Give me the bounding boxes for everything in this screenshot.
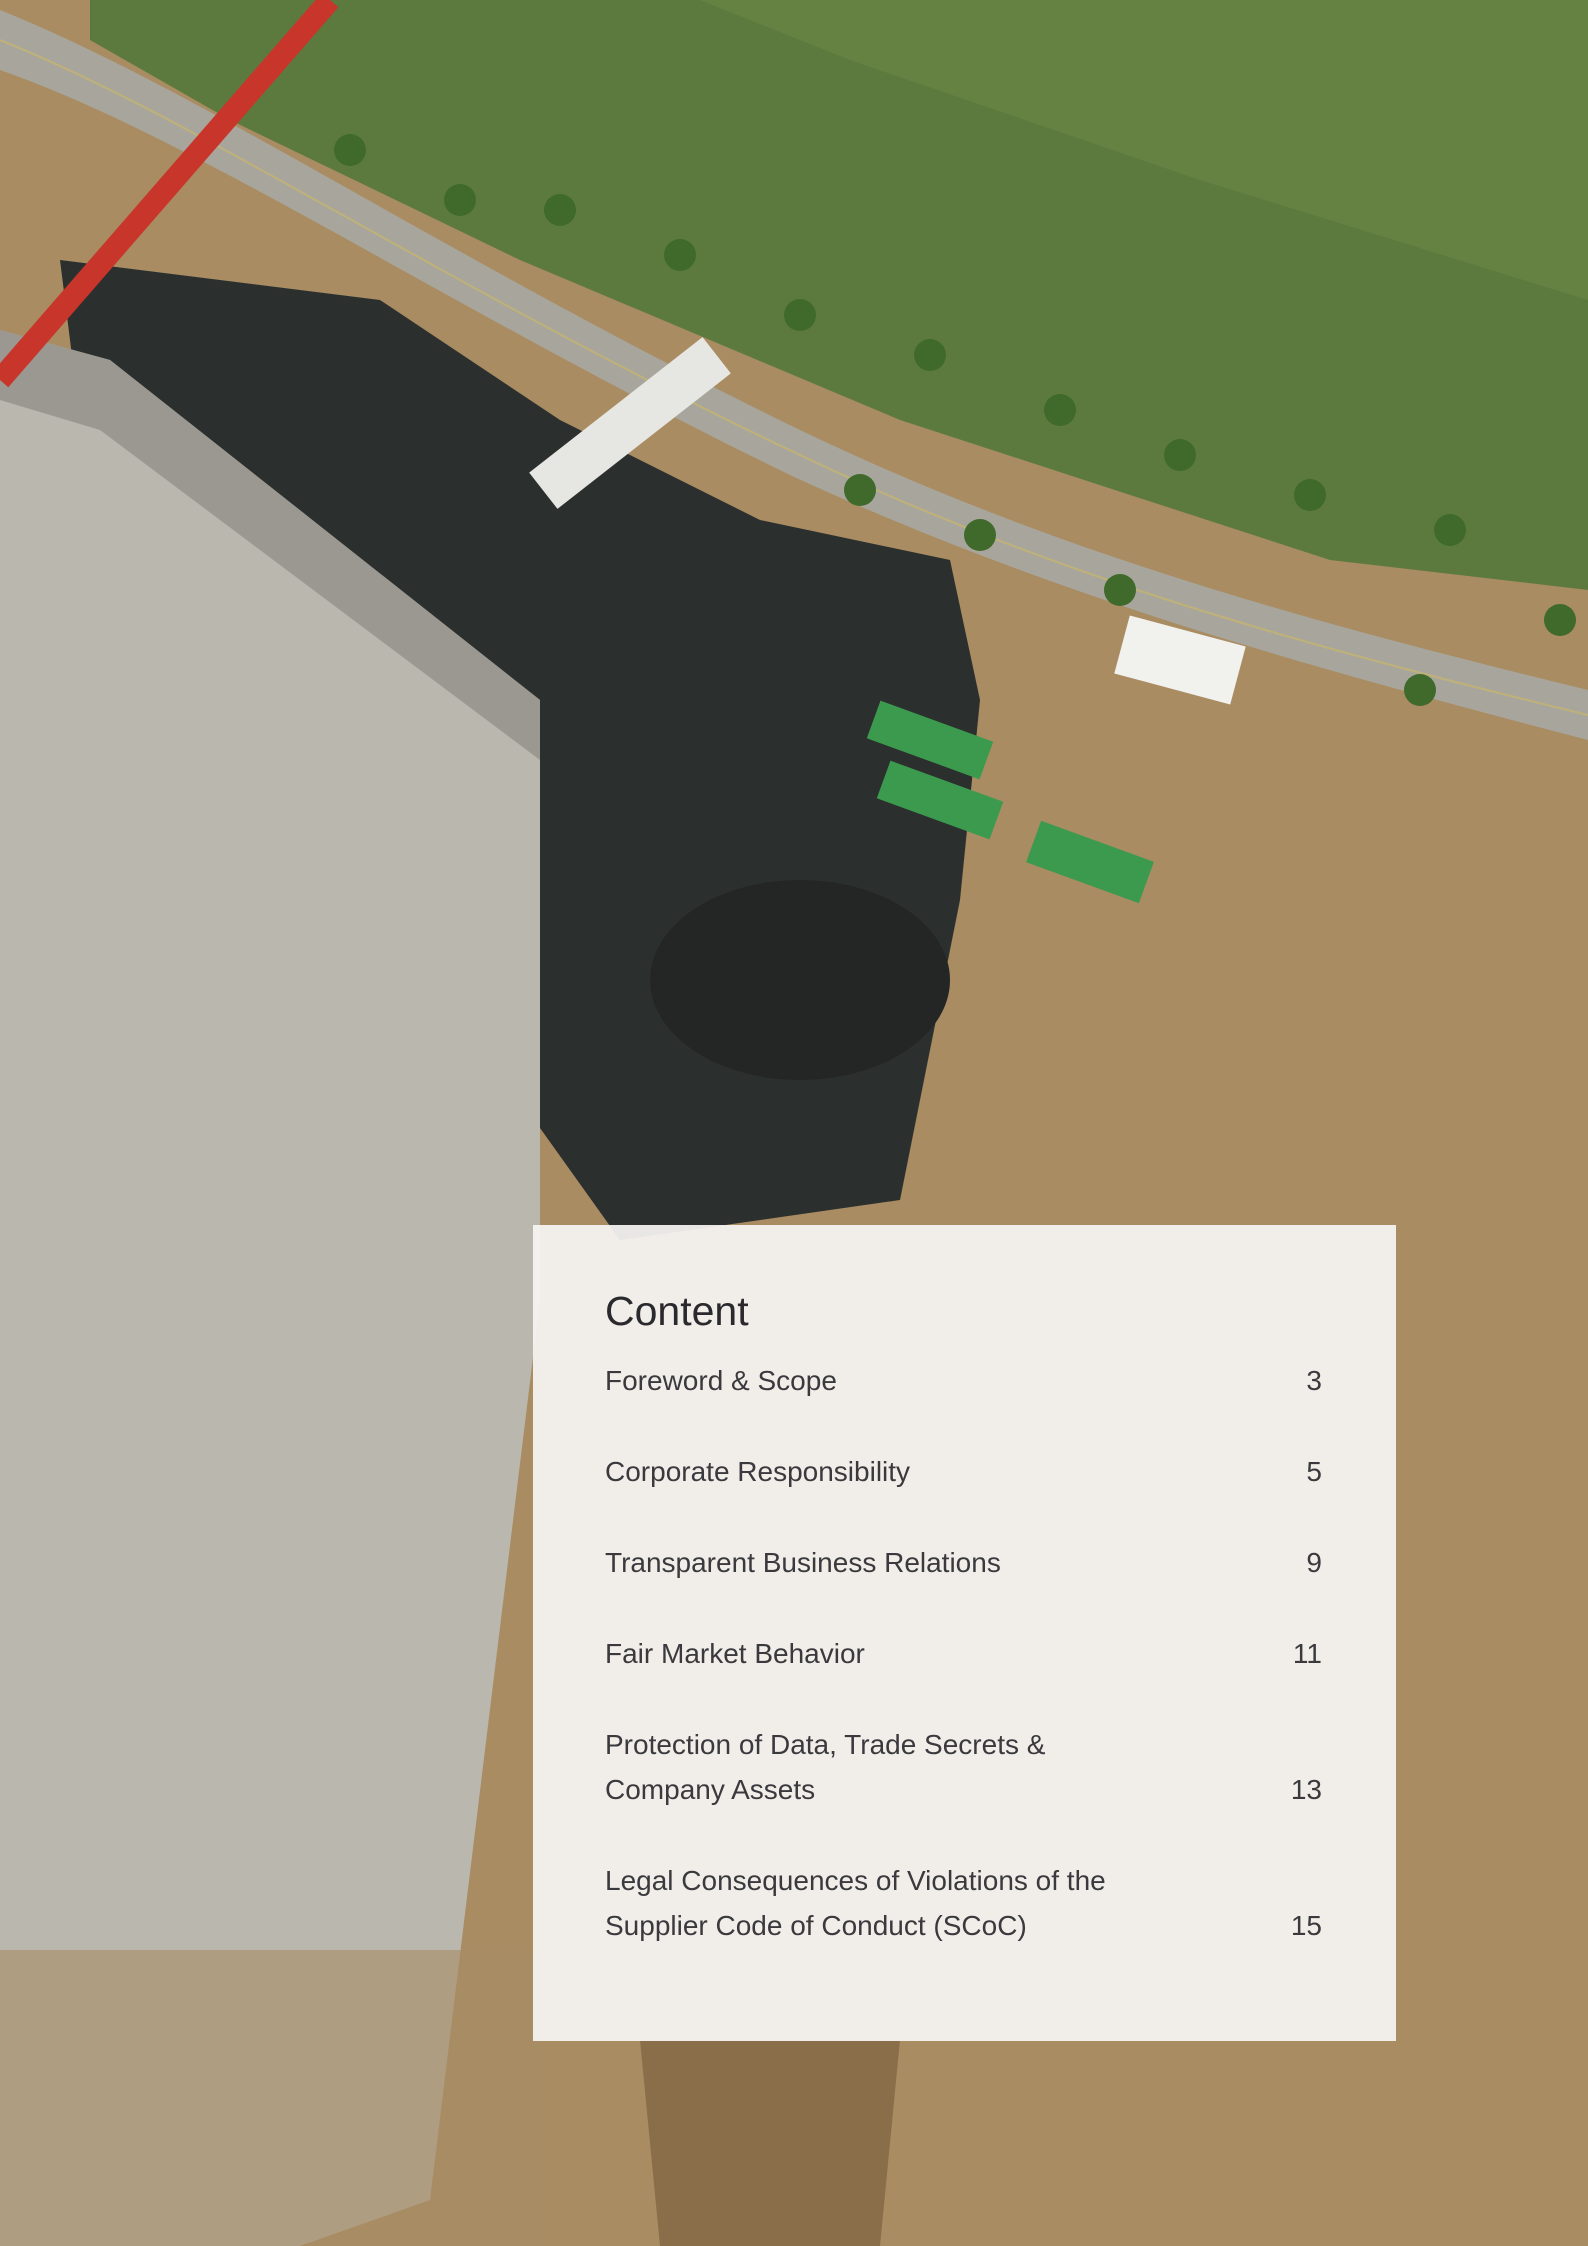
toc-item-page: 9 — [1306, 1547, 1322, 1579]
toc-item-label: Corporate Responsibility — [605, 1456, 911, 1488]
toc-title: Content — [605, 1288, 749, 1334]
toc-item[interactable]: Transparent Business Relations 9 — [605, 1540, 1322, 1585]
toc-item[interactable]: Corporate Responsibility 5 — [605, 1449, 1322, 1494]
toc-item-page: 15 — [1290, 1910, 1322, 1942]
toc-list: Foreword & Scope 3 Corporate Responsibil… — [605, 1358, 1322, 1948]
table-of-contents-panel: Content Foreword & Scope 3 Corporate Res… — [533, 1225, 1396, 2041]
toc-item-label: Transparent Business Relations — [605, 1547, 1001, 1579]
toc-item-page: 3 — [1306, 1365, 1322, 1397]
toc-item-label: Legal Consequences of Violations of the … — [605, 1865, 1106, 1942]
toc-item-label: Foreword & Scope — [605, 1365, 837, 1397]
toc-item[interactable]: Fair Market Behavior 11 — [605, 1631, 1322, 1676]
toc-item-label: Protection of Data, Trade Secrets & Comp… — [605, 1729, 1046, 1806]
toc-item[interactable]: Legal Consequences of Violations of the … — [605, 1858, 1322, 1948]
toc-item-page: 5 — [1306, 1456, 1322, 1488]
toc-item-page: 13 — [1290, 1774, 1322, 1806]
toc-item-label: Fair Market Behavior — [605, 1638, 865, 1670]
toc-item[interactable]: Foreword & Scope 3 — [605, 1358, 1322, 1403]
toc-item-page: 11 — [1292, 1638, 1322, 1670]
toc-item[interactable]: Protection of Data, Trade Secrets & Comp… — [605, 1722, 1322, 1812]
